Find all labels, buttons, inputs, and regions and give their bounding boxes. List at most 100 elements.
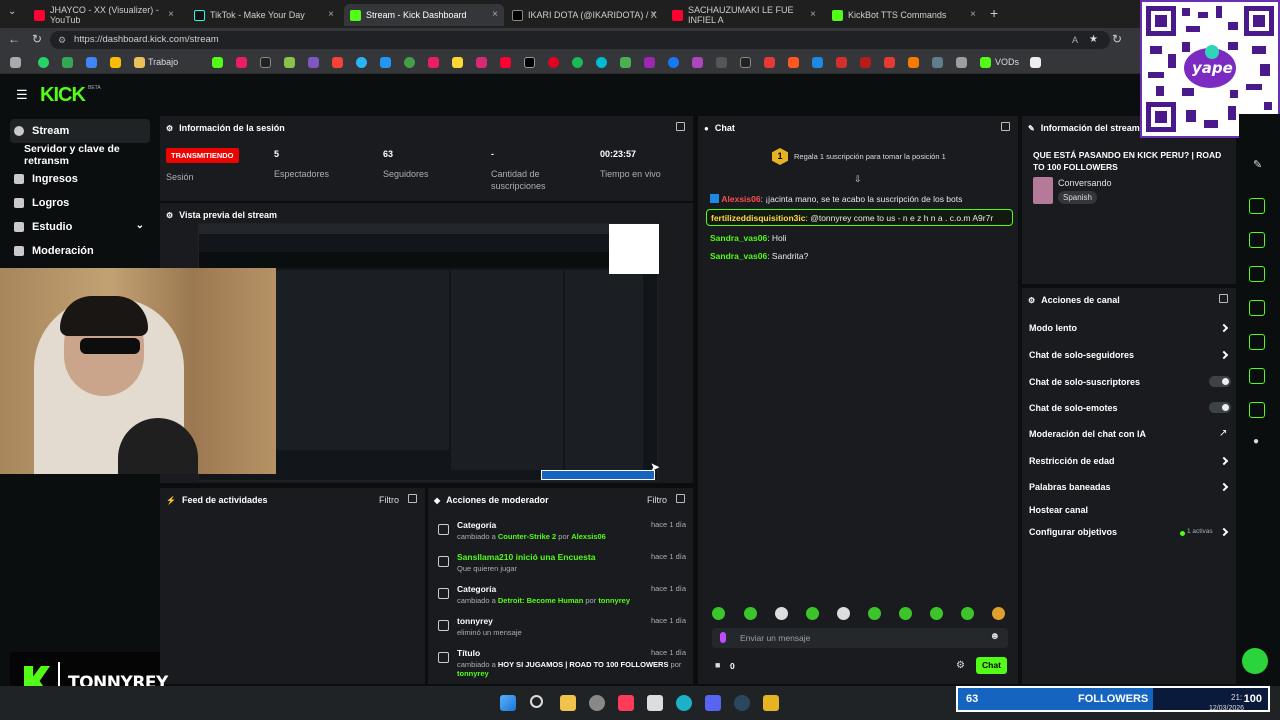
document-icon[interactable] [1249,266,1265,282]
windows-start-icon[interactable] [500,695,516,711]
rail-tool-icon[interactable] [1249,198,1265,214]
bookmark-vods[interactable]: VODs [995,57,1019,67]
close-icon[interactable]: × [492,9,498,20]
action-goals[interactable]: Configurar objetivos [1029,527,1117,537]
instagram-icon[interactable] [476,57,487,68]
emote-icon[interactable] [806,607,819,620]
emoji-icon[interactable]: ☻ [989,631,1000,642]
pinned-sub-gift[interactable]: 1 Regala 1 suscripción para tomar la pos… [772,148,1002,166]
emote-icon[interactable] [837,607,850,620]
bookmark-icon[interactable] [260,57,271,68]
bookmark-icon[interactable] [596,57,607,68]
bookmark-icon[interactable] [716,57,727,68]
favorite-star-icon[interactable]: ★ [1089,31,1098,49]
bookmark-icon[interactable] [10,57,21,68]
sidebar-item-estudio[interactable]: Estudio ⌄ [10,215,150,239]
tab-kick-dashboard[interactable]: Stream - Kick Dashboard × [344,4,504,26]
chat-input[interactable]: Enviar un mensaje ☻ [712,628,1008,648]
chrome-icon[interactable] [589,695,605,711]
tab-x[interactable]: IKARI DOTA (@IKARIDOTA) / X × [506,4,662,26]
menu-icon[interactable]: ☰ [16,87,28,103]
popout-icon[interactable] [408,494,417,503]
bookmark-icon[interactable] [452,57,463,68]
share-icon[interactable]: ● [1253,436,1259,447]
sidebar-item-ingresos[interactable]: Ingresos [10,167,150,191]
sidebar-item-stream[interactable]: Stream [10,119,150,143]
chat-username[interactable]: fertilizeddisquisition3ic [711,213,805,223]
refresh-extension-icon[interactable]: ↻ [1112,32,1122,46]
back-icon[interactable]: ← [8,32,20,46]
action-followers-only[interactable]: Chat de solo-seguidores [1029,350,1134,360]
category-name[interactable]: Conversando [1058,178,1112,188]
bookmark-icon[interactable] [788,57,799,68]
read-aloud-icon[interactable]: A [1072,31,1078,49]
bookmark-icon[interactable] [908,57,919,68]
kick-icon[interactable] [980,57,991,68]
emote-icon[interactable] [961,607,974,620]
action-emotes-only[interactable]: Chat de solo-emotes [1029,403,1118,413]
bookmark-icon[interactable] [764,57,775,68]
microphone-icon[interactable] [720,632,726,643]
bookmark-icon[interactable] [404,57,415,68]
subscribers-only-toggle[interactable] [1209,376,1231,387]
kick-icon[interactable] [212,57,223,68]
edge-icon[interactable] [676,695,692,711]
action-host-channel[interactable]: Hostear canal [1029,505,1088,515]
sidebar-item-server-key[interactable]: Servidor y clave de retransm [10,143,150,167]
maps-icon[interactable] [620,57,631,68]
chat-bubble-icon[interactable] [1249,300,1265,316]
spotify-icon[interactable] [572,57,583,68]
bookmark-icon[interactable] [62,57,73,68]
close-icon[interactable]: × [328,9,334,20]
bookmark-icon[interactable] [860,57,871,68]
emote-icon[interactable] [712,607,725,620]
bookmark-icon[interactable] [110,57,121,68]
tab-youtube-2[interactable]: SACHAUZUMAKI LE FUE INFIEL A × [666,4,822,26]
app-icon[interactable] [763,695,779,711]
pinterest-icon[interactable] [548,57,559,68]
tab-kickbot[interactable]: KickBot TTS Commands × [826,4,982,26]
chat-username[interactable]: Alexsis06 [721,194,760,204]
bookmark-icon[interactable] [1030,57,1041,68]
bookmark-icon[interactable] [932,57,943,68]
sidebar-item-moderacion[interactable]: Moderación [10,239,150,263]
tab-list-chevron-icon[interactable]: ⌄ [8,6,16,17]
bookmark-icon[interactable] [380,57,391,68]
chat-send-button[interactable]: Chat [976,657,1007,674]
tab-youtube[interactable]: JHAYCO - XX (Visualizer) - YouTub × [28,4,180,26]
popout-icon[interactable] [676,494,685,503]
bookmark-icon[interactable] [236,57,247,68]
bookmark-folder-trabajo[interactable]: Trabajo [148,57,178,67]
discord-icon[interactable] [705,695,721,711]
emote-icon[interactable] [868,607,881,620]
app-icon[interactable] [647,695,663,711]
emotes-only-toggle[interactable] [1209,402,1231,413]
youtube-icon[interactable] [500,57,511,68]
close-icon[interactable]: × [970,9,976,20]
bookmark-icon[interactable] [812,57,823,68]
emote-icon[interactable] [775,607,788,620]
emote-icon[interactable] [744,607,757,620]
action-age-restriction[interactable]: Restricción de edad [1029,456,1115,466]
action-slow-mode[interactable]: Modo lento [1029,323,1077,333]
lightning-icon[interactable] [1249,232,1265,248]
folder-icon[interactable] [134,57,145,68]
file-explorer-icon[interactable] [560,695,576,711]
reload-icon[interactable]: ↻ [32,32,42,46]
bookmark-icon[interactable] [332,57,343,68]
action-subscribers-only[interactable]: Chat de solo-suscriptores [1029,377,1140,387]
steam-icon[interactable] [734,695,750,711]
kick-logo[interactable]: KICK [40,84,86,107]
site-info-icon[interactable]: ⚙ [58,31,66,49]
wrench-icon[interactable] [1249,402,1265,418]
external-link-icon[interactable]: ↗ [1219,428,1227,439]
music-icon[interactable] [618,695,634,711]
popout-icon[interactable] [1219,294,1228,303]
action-ai-moderation[interactable]: Moderación del chat con IA [1029,429,1146,439]
chat-settings-icon[interactable]: ⚙ [956,660,965,671]
chat-username[interactable]: Sandra_vas06 [710,251,767,261]
close-icon[interactable]: × [168,9,174,20]
emote-icon[interactable] [992,607,1005,620]
bookmark-icon[interactable] [428,57,439,68]
whatsapp-icon[interactable] [38,57,49,68]
